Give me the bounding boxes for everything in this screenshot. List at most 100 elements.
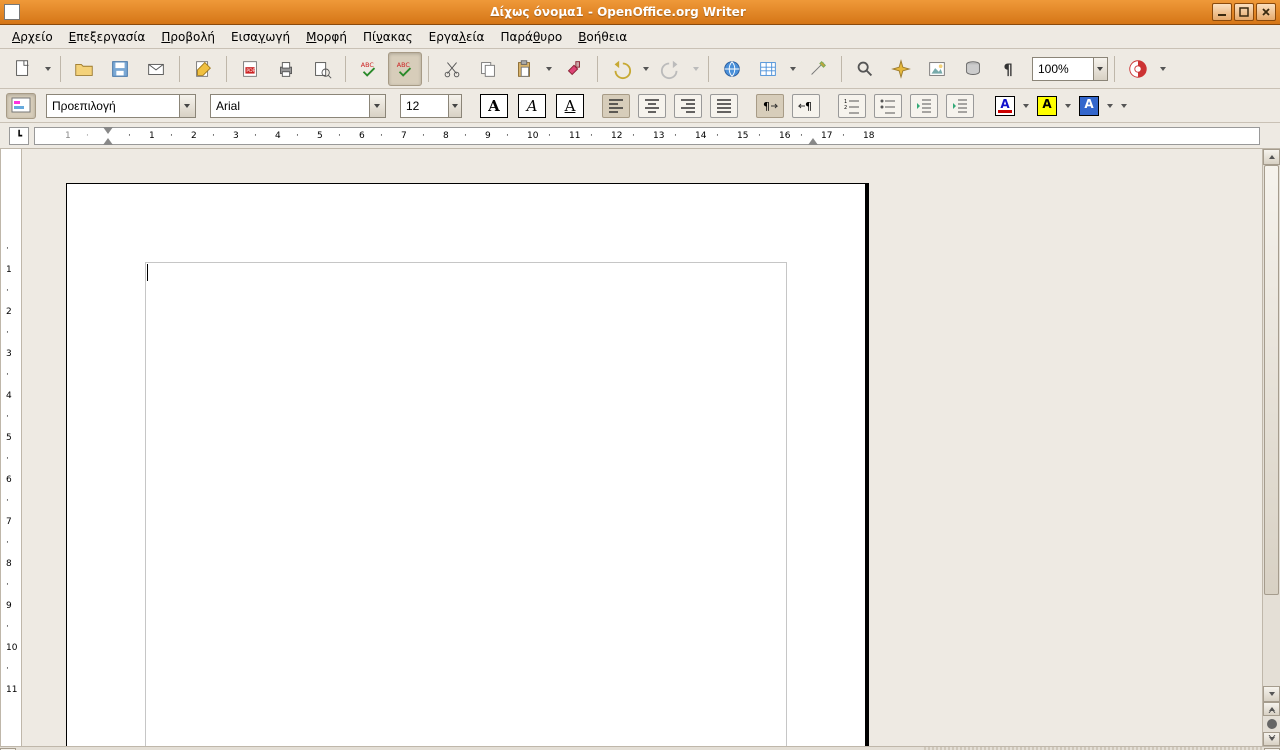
horizontal-ruler[interactable]: ┗ 1·1·2·3·4·5·6·7·8·9·10·11·12·13·14·15·… xyxy=(34,127,1260,145)
align-right-button[interactable] xyxy=(674,94,702,118)
align-center-button[interactable] xyxy=(638,94,666,118)
spellcheck-button[interactable]: ABC xyxy=(352,52,386,86)
print-preview-button[interactable] xyxy=(305,52,339,86)
background-color-button[interactable]: A xyxy=(1076,94,1102,118)
text-cursor xyxy=(147,264,148,281)
paragraph-style-dropdown[interactable] xyxy=(179,95,195,117)
document-page[interactable] xyxy=(66,183,866,746)
zoom-combo[interactable] xyxy=(1032,57,1108,81)
vertical-scroll-thumb[interactable] xyxy=(1264,165,1279,595)
font-name-input[interactable] xyxy=(211,95,369,117)
scroll-up-button[interactable] xyxy=(1263,149,1280,165)
copy-button[interactable] xyxy=(471,52,505,86)
menu-insert[interactable]: Εισαγωγή xyxy=(223,27,298,47)
font-size-combo[interactable] xyxy=(400,94,462,118)
italic-button[interactable]: A xyxy=(518,94,546,118)
highlight-color-button[interactable]: A xyxy=(1034,94,1060,118)
svg-text:¶: ¶ xyxy=(1004,61,1013,78)
highlight-color-dropdown[interactable] xyxy=(1062,91,1074,121)
align-justify-button[interactable] xyxy=(710,94,738,118)
scroll-down-button[interactable] xyxy=(1263,686,1280,702)
help-button[interactable] xyxy=(1121,52,1155,86)
increase-indent-button[interactable] xyxy=(946,94,974,118)
formatting-toolbar: A A A ¶ ¶ 12 A A A xyxy=(0,89,1280,123)
undo-dropdown[interactable] xyxy=(640,54,652,84)
font-name-dropdown[interactable] xyxy=(369,95,385,117)
navigation-button[interactable] xyxy=(1267,719,1277,729)
svg-text:ABC: ABC xyxy=(397,61,411,69)
cut-button[interactable] xyxy=(435,52,469,86)
new-document-button[interactable] xyxy=(6,52,40,86)
svg-text:2: 2 xyxy=(844,105,847,111)
font-color-button[interactable]: A xyxy=(992,94,1018,118)
gallery-button[interactable] xyxy=(920,52,954,86)
auto-spellcheck-button[interactable]: ABC xyxy=(388,52,422,86)
previous-page-button[interactable] xyxy=(1263,702,1280,716)
svg-text:¶: ¶ xyxy=(763,100,770,113)
format-paintbrush-button[interactable] xyxy=(557,52,591,86)
font-color-dropdown[interactable] xyxy=(1020,91,1032,121)
paragraph-style-combo[interactable] xyxy=(46,94,196,118)
svg-text:PDF: PDF xyxy=(246,67,255,73)
paste-dropdown[interactable] xyxy=(543,54,555,84)
numbering-button[interactable]: 12 xyxy=(838,94,866,118)
export-pdf-button[interactable]: PDF xyxy=(233,52,267,86)
new-dropdown[interactable] xyxy=(42,54,54,84)
redo-button[interactable] xyxy=(654,52,688,86)
ltr-button[interactable]: ¶ xyxy=(756,94,784,118)
hyperlink-button[interactable] xyxy=(715,52,749,86)
zoom-input[interactable] xyxy=(1033,58,1093,80)
nonprinting-chars-button[interactable]: ¶ xyxy=(992,52,1026,86)
data-sources-button[interactable] xyxy=(956,52,990,86)
font-size-dropdown[interactable] xyxy=(448,95,461,117)
table-button[interactable] xyxy=(751,52,785,86)
tab-type-selector[interactable]: ┗ xyxy=(9,127,29,145)
close-button[interactable] xyxy=(1256,3,1276,21)
menu-tools[interactable]: Εργαλεία xyxy=(421,27,493,47)
styles-window-button[interactable] xyxy=(6,93,36,119)
menu-edit[interactable]: Επεξεργασία xyxy=(61,27,154,47)
minimize-button[interactable] xyxy=(1212,3,1232,21)
print-button[interactable] xyxy=(269,52,303,86)
menu-view[interactable]: Προβολή xyxy=(153,27,223,47)
font-size-input[interactable] xyxy=(401,95,448,117)
menu-format[interactable]: Μορφή xyxy=(298,27,355,47)
redo-dropdown[interactable] xyxy=(690,54,702,84)
menu-table[interactable]: Πίνακας xyxy=(355,27,421,47)
align-left-button[interactable] xyxy=(602,94,630,118)
show-draw-functions-button[interactable] xyxy=(801,52,835,86)
open-button[interactable] xyxy=(67,52,101,86)
navigator-button[interactable] xyxy=(884,52,918,86)
page-margin-guide xyxy=(145,262,787,746)
toolbar-overflow[interactable] xyxy=(1157,54,1169,84)
rtl-button[interactable]: ¶ xyxy=(792,94,820,118)
edit-file-button[interactable] xyxy=(186,52,220,86)
undo-button[interactable] xyxy=(604,52,638,86)
table-dropdown[interactable] xyxy=(787,54,799,84)
menubar: Αρχείο Επεξεργασία Προβολή Εισαγωγή Μορφ… xyxy=(0,25,1280,49)
svg-text:ABC: ABC xyxy=(361,61,375,69)
paste-button[interactable] xyxy=(507,52,541,86)
menu-help[interactable]: Βοήθεια xyxy=(570,27,635,47)
horizontal-scrollbar[interactable] xyxy=(0,746,1280,750)
menu-window[interactable]: Παράθυρο xyxy=(492,27,570,47)
email-button[interactable] xyxy=(139,52,173,86)
font-name-combo[interactable] xyxy=(210,94,386,118)
background-color-dropdown[interactable] xyxy=(1104,91,1116,121)
underline-button[interactable]: A xyxy=(556,94,584,118)
zoom-dropdown[interactable] xyxy=(1093,58,1107,80)
decrease-indent-button[interactable] xyxy=(910,94,938,118)
horizontal-ruler-area: ┗ 1·1·2·3·4·5·6·7·8·9·10·11·12·13·14·15·… xyxy=(0,123,1280,149)
formatbar-overflow[interactable] xyxy=(1118,91,1130,121)
next-page-button[interactable] xyxy=(1263,732,1280,746)
menu-file[interactable]: Αρχείο xyxy=(4,27,61,47)
vertical-ruler[interactable]: 1·2·3·4·5·6·7·8·9·10·11· xyxy=(0,149,22,746)
document-viewport[interactable] xyxy=(22,149,1262,746)
paragraph-style-input[interactable] xyxy=(47,95,179,117)
save-button[interactable] xyxy=(103,52,137,86)
find-replace-button[interactable] xyxy=(848,52,882,86)
maximize-button[interactable] xyxy=(1234,3,1254,21)
vertical-scrollbar[interactable] xyxy=(1262,149,1280,746)
bullets-button[interactable] xyxy=(874,94,902,118)
bold-button[interactable]: A xyxy=(480,94,508,118)
